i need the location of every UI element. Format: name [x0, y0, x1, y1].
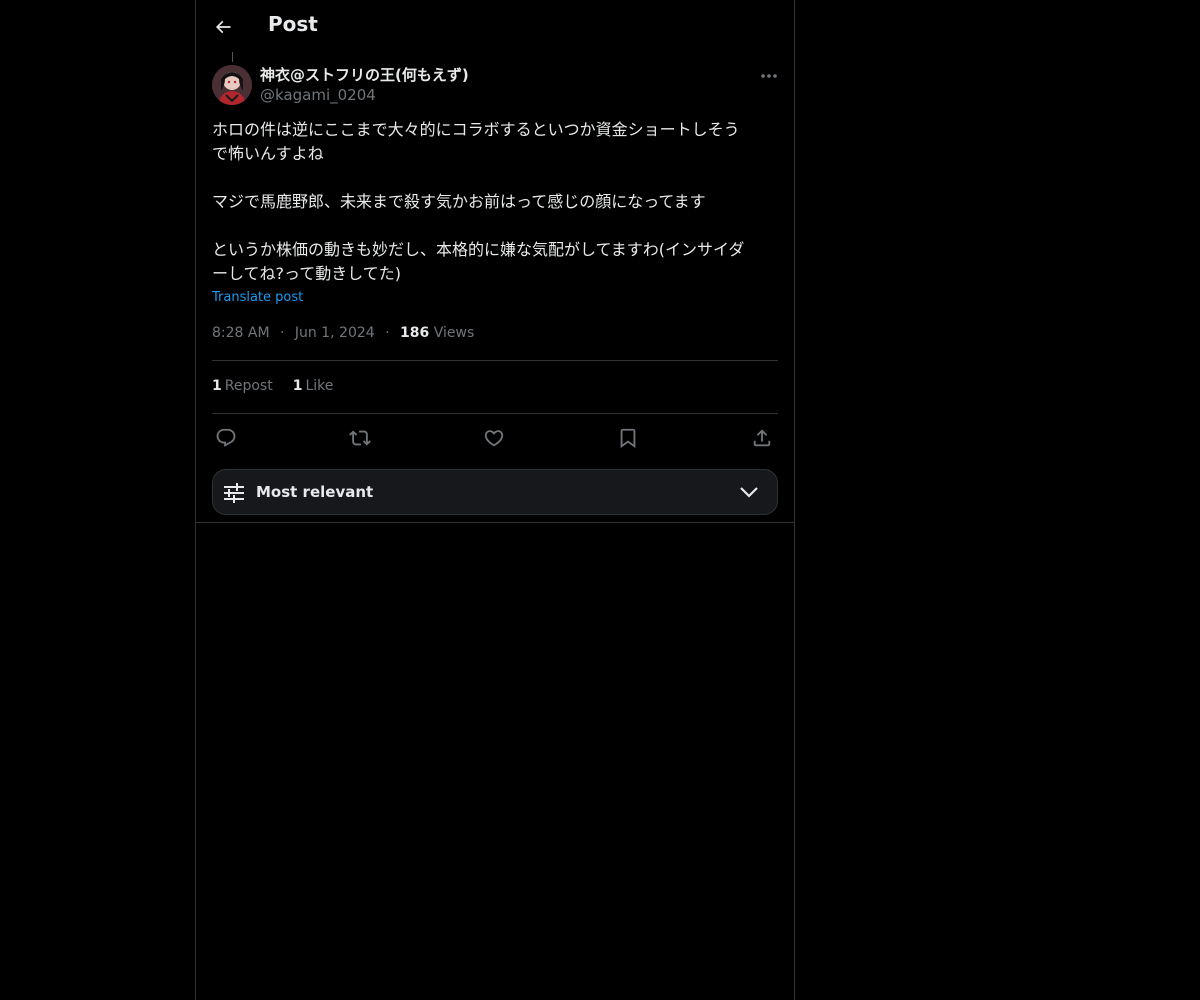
post-text: ホロの件は逆にここまで大々的にコラボするといつか資金ショートしそう で怖いんすよ…: [212, 118, 782, 286]
repost-button[interactable]: [346, 424, 374, 452]
sort-label: Most relevant: [256, 483, 374, 501]
like-button[interactable]: [480, 424, 508, 452]
chevron-down-icon: [740, 487, 758, 498]
post-column: Post 神衣@ストフリの王(何もえず) @kagami_0204 ホロの件は逆…: [195, 0, 795, 1000]
avatar-image: [212, 65, 252, 105]
divider: [196, 522, 794, 523]
meta-separator: ·: [280, 325, 285, 341]
post-stats: 1 Repost 1 Like: [212, 378, 333, 394]
post-header: Post: [196, 0, 794, 54]
divider: [212, 360, 778, 361]
reposts-label: Repost: [224, 378, 273, 394]
arrow-left-icon: [215, 20, 231, 34]
translate-post-link[interactable]: Translate post: [212, 290, 303, 305]
like-icon: [484, 430, 504, 447]
reply-icon: [216, 428, 236, 447]
reply-button[interactable]: [212, 424, 240, 452]
sliders-icon: [224, 483, 244, 503]
likes-label: Like: [305, 378, 334, 394]
divider: [212, 413, 778, 414]
repost-icon: [349, 430, 371, 446]
reposts-count: 1: [212, 378, 222, 394]
views-label: Views: [433, 325, 475, 341]
likes-count: 1: [292, 378, 303, 394]
post-line: マジで馬鹿野郎、未来まで殺す気かお前はって感じの顔になってます: [212, 192, 706, 211]
author-handle[interactable]: @kagami_0204: [260, 86, 376, 104]
post-line: ホロの件は逆にここまで大々的にコラボするといつか資金ショートしそう: [212, 120, 740, 139]
sort-replies-dropdown[interactable]: Most relevant: [212, 469, 778, 515]
post-time[interactable]: 8:28 AM: [212, 325, 270, 341]
bookmark-button[interactable]: [614, 424, 642, 452]
meta-separator: ·: [385, 325, 390, 341]
more-options-button[interactable]: [756, 66, 782, 86]
thread-connector-line: [232, 52, 233, 62]
bookmark-icon: [620, 428, 636, 449]
share-icon: [753, 429, 771, 447]
more-icon: [761, 74, 777, 78]
post-line: ーしてね?って動きしてた): [212, 264, 401, 283]
post-line: で怖いんすよね: [212, 144, 324, 163]
post-metadata: 8:28 AM · Jun 1, 2024 · 186 Views: [212, 325, 474, 341]
likes-stat[interactable]: 1 Like: [293, 378, 334, 394]
avatar[interactable]: [212, 65, 252, 105]
post-actions: [212, 424, 778, 452]
post-line: というか株価の動きも妙だし、本格的に嫌な気配がしてますわ(インサイダ: [212, 240, 745, 259]
views-count: 186: [400, 325, 430, 341]
back-button[interactable]: [208, 10, 238, 44]
author-name[interactable]: 神衣@ストフリの王(何もえず): [260, 64, 469, 85]
share-button[interactable]: [748, 424, 776, 452]
page-title: Post: [268, 12, 318, 36]
post-date[interactable]: Jun 1, 2024: [295, 325, 375, 341]
reposts-stat[interactable]: 1 Repost: [212, 378, 273, 394]
